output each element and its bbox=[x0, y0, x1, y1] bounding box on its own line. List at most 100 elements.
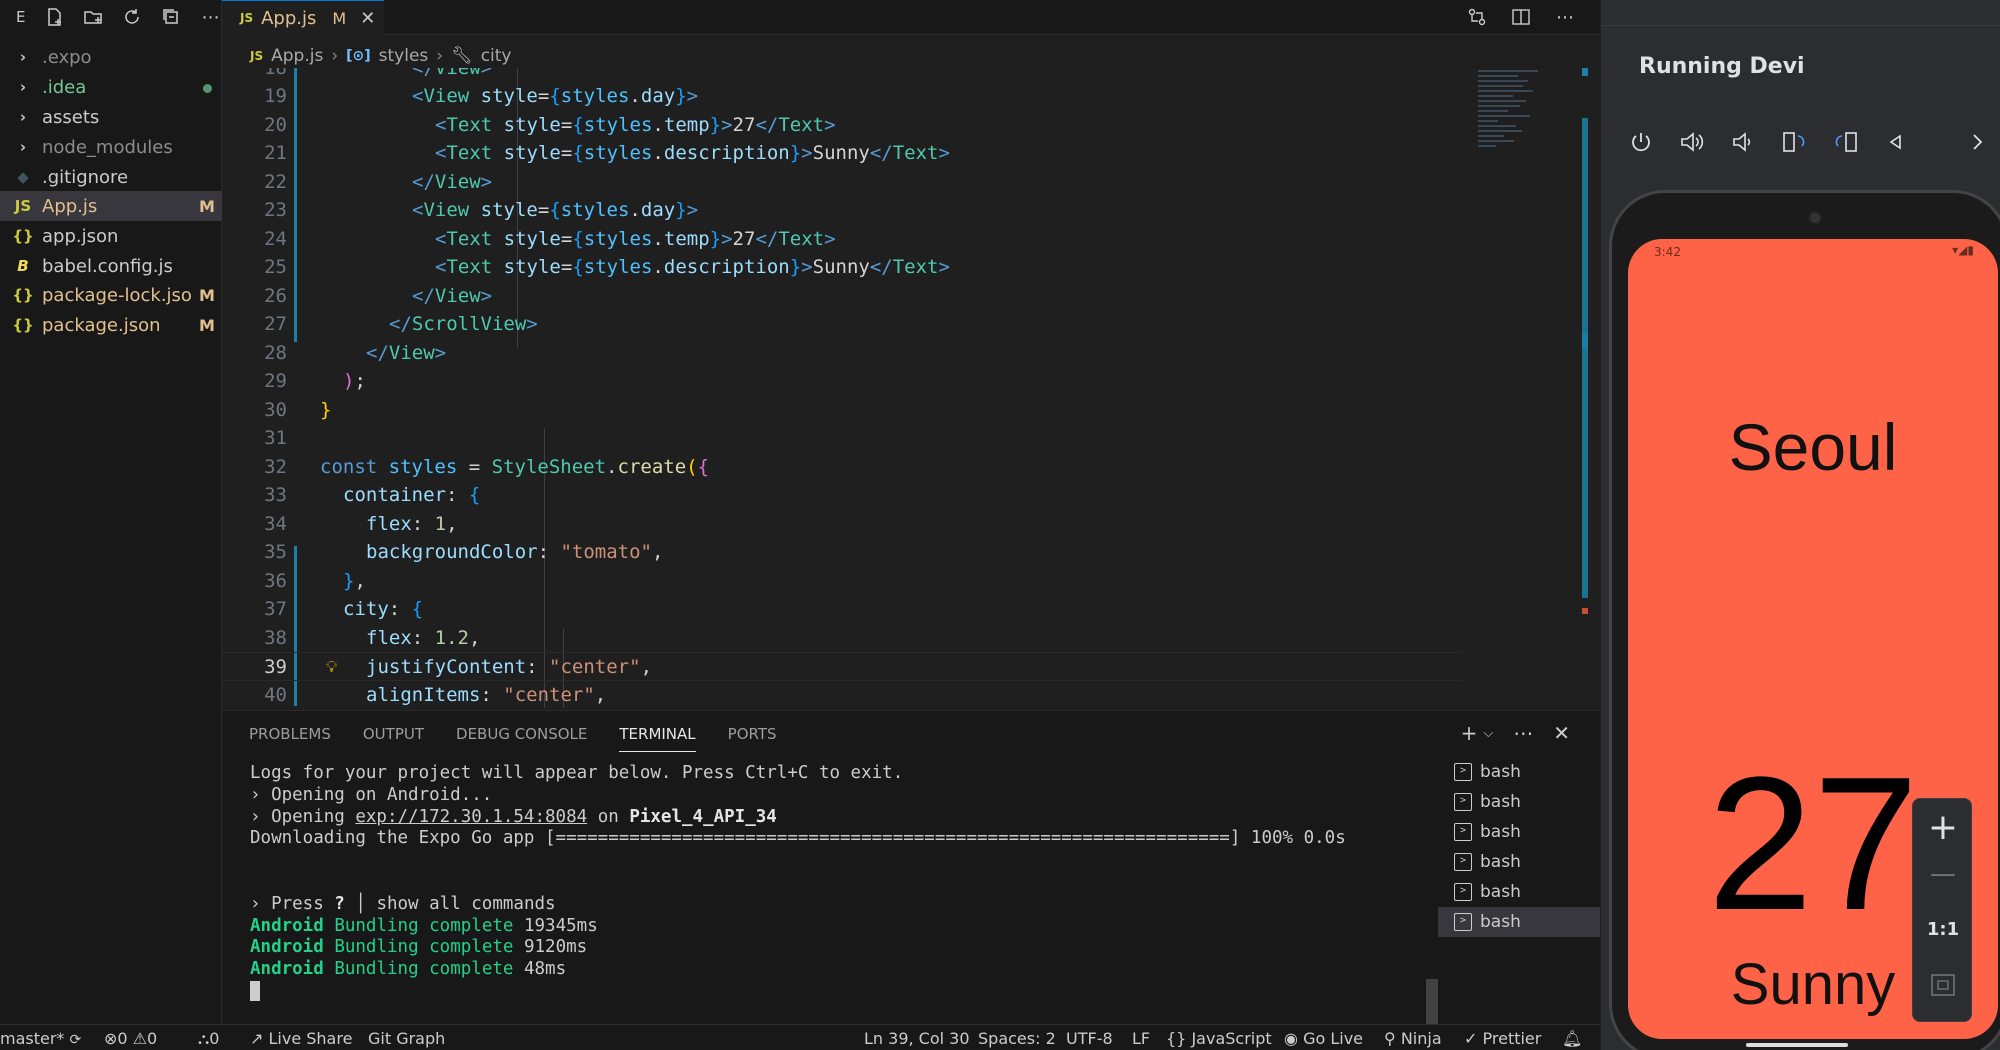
git-status-badge: M bbox=[199, 315, 215, 335]
antenna-icon: ⛬ bbox=[198, 1029, 210, 1048]
language-mode[interactable]: {} JavaScript bbox=[1166, 1029, 1272, 1048]
code-line: 35 backgroundColor: "tomato", bbox=[264, 541, 664, 563]
more-actions-icon[interactable]: ⋯ bbox=[1554, 6, 1576, 28]
lightbulb-icon[interactable]: 💡︎ bbox=[326, 653, 337, 682]
wrench-icon: 🔧︎ bbox=[451, 46, 473, 66]
git-graph-button[interactable]: Git Graph bbox=[368, 1029, 445, 1048]
zoom-in-button[interactable]: + bbox=[1913, 807, 1973, 848]
tab-app-js[interactable]: JS App.js M ✕ bbox=[222, 0, 384, 35]
breadcrumb-file[interactable]: App.js bbox=[271, 46, 323, 66]
tree-item-gitignore[interactable]: ◆ .gitignore bbox=[0, 162, 222, 192]
json-file-icon: {} bbox=[12, 316, 34, 334]
terminal-icon: > bbox=[1454, 883, 1472, 901]
rotate-left-icon[interactable] bbox=[1781, 128, 1807, 156]
expo-url-link[interactable]: exp://172.30.1.54:8084 bbox=[355, 807, 587, 827]
tree-item-package-json[interactable]: {} package.json M bbox=[0, 310, 222, 340]
tree-item-label: .idea bbox=[42, 76, 87, 98]
code-line: 20 <Text style={styles.temp}>27</Text> bbox=[264, 113, 836, 136]
chevron-right-icon: › bbox=[19, 108, 27, 126]
signal-battery-icon: ▾◢▮ bbox=[1952, 243, 1974, 257]
editor-scrollbar[interactable] bbox=[1582, 68, 1588, 708]
chevron-right-icon[interactable] bbox=[1967, 128, 1989, 156]
go-live-button[interactable]: ◉ Go Live bbox=[1284, 1029, 1363, 1048]
tree-item-assets[interactable]: › assets bbox=[0, 102, 222, 132]
refresh-icon[interactable] bbox=[122, 6, 143, 28]
device-controls bbox=[1629, 128, 1989, 156]
compare-changes-icon[interactable] bbox=[1466, 6, 1488, 28]
tree-item-package-lock[interactable]: {} package-lock.json M bbox=[0, 280, 222, 310]
tree-item-label: node_modules bbox=[42, 136, 173, 158]
panel-title: Running Devi bbox=[1639, 54, 1805, 79]
panel-tab-bar: PROBLEMS OUTPUT DEBUG CONSOLE TERMINAL P… bbox=[249, 725, 777, 752]
more-actions-icon[interactable]: ⋯ bbox=[1513, 721, 1533, 747]
tree-item-label: package-lock.json bbox=[42, 284, 192, 306]
power-icon[interactable] bbox=[1629, 128, 1653, 156]
tree-item-node-modules[interactable]: › node_modules bbox=[0, 132, 222, 162]
branch-status[interactable]: master* ⟳ bbox=[0, 1029, 81, 1048]
panel-actions: + ⌵ ⋯ ✕ bbox=[1461, 721, 1570, 747]
tab-output[interactable]: OUTPUT bbox=[363, 725, 424, 752]
code-line: 30} bbox=[264, 398, 332, 421]
ninja-button[interactable]: ⚲ Ninja bbox=[1384, 1029, 1442, 1048]
home-gesture-bar[interactable] bbox=[1746, 1043, 1848, 1047]
tree-item-babel-config[interactable]: B babel.config.js bbox=[0, 251, 222, 281]
terminal-cursor bbox=[250, 980, 260, 1001]
git-file-icon: ◆ bbox=[17, 168, 29, 186]
more-actions-icon[interactable]: ⋯ bbox=[200, 6, 221, 28]
collapse-all-icon[interactable] bbox=[161, 6, 182, 28]
tab-terminal[interactable]: TERMINAL bbox=[619, 725, 696, 752]
terminal-scrollbar[interactable] bbox=[1426, 979, 1438, 1025]
minimap[interactable] bbox=[1478, 70, 1548, 220]
tab-ports[interactable]: PORTS bbox=[728, 725, 777, 752]
back-icon[interactable] bbox=[1885, 128, 1907, 156]
tree-item-idea[interactable]: › .idea bbox=[0, 72, 222, 102]
encoding-status[interactable]: UTF-8 bbox=[1066, 1029, 1113, 1048]
camera-icon bbox=[1808, 211, 1822, 225]
tab-debug-console[interactable]: DEBUG CONSOLE bbox=[456, 725, 587, 752]
code-line: 38 flex: 1.2, bbox=[264, 626, 481, 649]
terminal-instance[interactable]: > bash bbox=[1438, 877, 1600, 907]
code-line: 26 </View> bbox=[264, 284, 493, 307]
rotate-right-icon[interactable] bbox=[1833, 128, 1859, 156]
editor-tab-bar: JS App.js M ✕ ⋯ bbox=[222, 0, 1600, 35]
close-panel-icon[interactable]: ✕ bbox=[1553, 721, 1570, 747]
volume-up-icon[interactable] bbox=[1679, 128, 1705, 156]
tab-problems[interactable]: PROBLEMS bbox=[249, 725, 331, 752]
terminal-instance[interactable]: > bash bbox=[1438, 757, 1600, 787]
chevron-down-icon[interactable]: ⌵ bbox=[1483, 721, 1493, 747]
split-editor-icon[interactable] bbox=[1510, 6, 1532, 28]
prettier-button[interactable]: ✓ Prettier bbox=[1464, 1029, 1541, 1048]
code-line: 18 </View> bbox=[264, 68, 493, 79]
terminal-icon: > bbox=[1454, 763, 1472, 781]
tree-item-expo[interactable]: › .expo bbox=[0, 42, 222, 72]
warning-icon: ⚠ bbox=[132, 1029, 148, 1048]
zoom-out-button[interactable]: — bbox=[1913, 859, 1973, 889]
new-file-icon[interactable] bbox=[43, 6, 64, 28]
breadcrumb-symbol-city[interactable]: city bbox=[481, 46, 512, 66]
tree-item-app-js[interactable]: JS App.js M bbox=[0, 191, 222, 221]
close-icon[interactable]: ✕ bbox=[360, 8, 375, 29]
code-line: 25 <Text style={styles.description}>Sunny… bbox=[264, 256, 950, 278]
breadcrumb-symbol-styles[interactable]: styles bbox=[379, 46, 429, 66]
tab-modified-badge: M bbox=[332, 8, 347, 28]
git-status-badge: M bbox=[199, 285, 215, 305]
cursor-position[interactable]: Ln 39, Col 30 bbox=[864, 1029, 970, 1048]
code-editor[interactable]: 18 </View> 19 <View style={styles.day}> 20… bbox=[222, 68, 1600, 708]
fit-screen-icon[interactable] bbox=[1913, 973, 1973, 1001]
zoom-actual-size-button[interactable]: 1:1 bbox=[1913, 919, 1973, 940]
terminal-instance[interactable]: > bash bbox=[1438, 817, 1600, 847]
ports-status[interactable]: ⛬0 bbox=[198, 1029, 219, 1049]
terminal-instance[interactable]: > bash bbox=[1438, 847, 1600, 877]
new-terminal-icon[interactable]: + bbox=[1461, 721, 1478, 747]
terminal-instance-active[interactable]: > bash bbox=[1438, 907, 1600, 937]
bell-icon[interactable]: 🔔︎ bbox=[1562, 1029, 1582, 1048]
tree-item-app-json[interactable]: {} app.json bbox=[0, 221, 222, 251]
volume-down-icon[interactable] bbox=[1731, 128, 1755, 156]
terminal-instance[interactable]: > bash bbox=[1438, 787, 1600, 817]
indentation-status[interactable]: Spaces: 2 bbox=[978, 1029, 1056, 1048]
code-line: 40 alignItems: "center", bbox=[264, 683, 607, 706]
live-share-button[interactable]: ↗ Live Share bbox=[250, 1029, 352, 1048]
new-folder-icon[interactable] bbox=[83, 6, 104, 28]
eol-status[interactable]: LF bbox=[1132, 1029, 1150, 1048]
problems-status[interactable]: ⊗0 ⚠0 bbox=[104, 1029, 157, 1048]
